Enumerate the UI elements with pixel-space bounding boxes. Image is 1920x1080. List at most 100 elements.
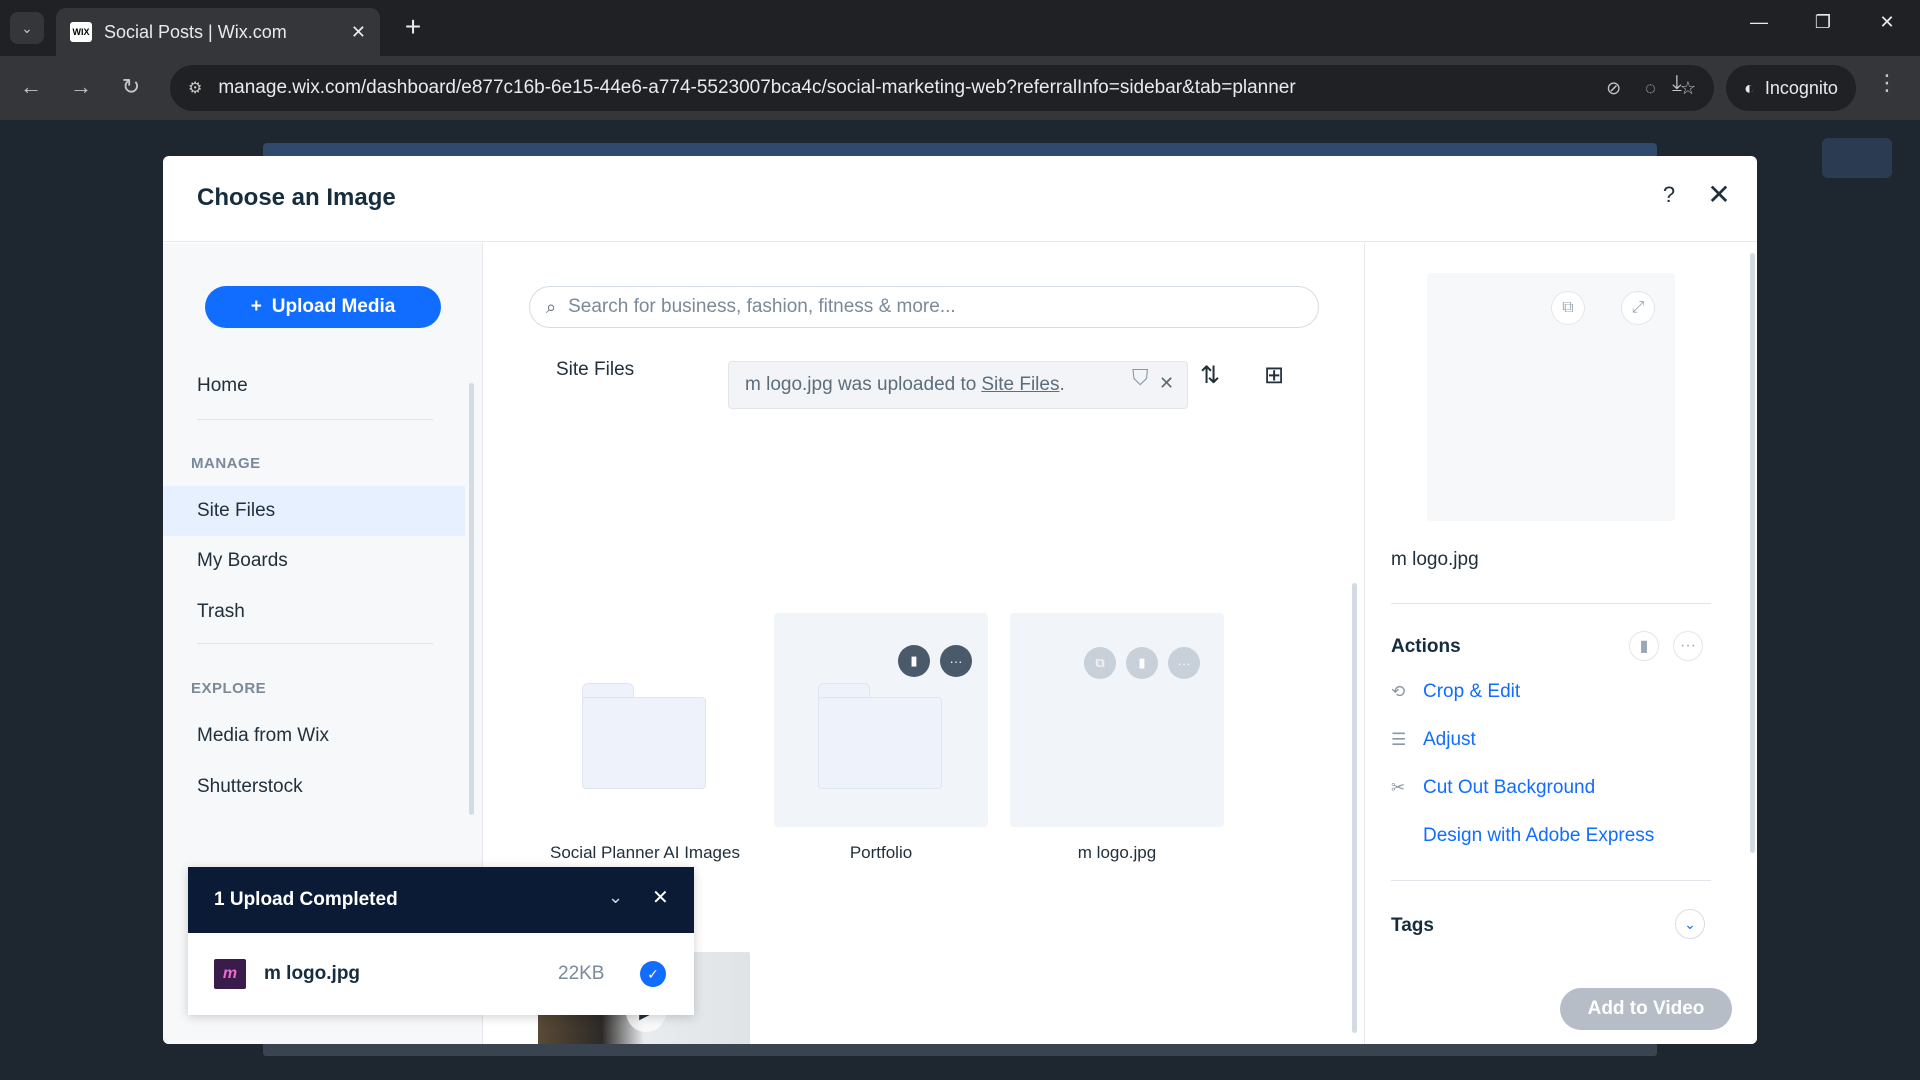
download-icon[interactable]: ⤓ bbox=[1672, 70, 1682, 96]
bookmark-icon[interactable]: ▮ bbox=[898, 645, 930, 677]
search-field[interactable]: ⌕ bbox=[529, 286, 1319, 328]
tab-search-icon[interactable]: ⌄ bbox=[10, 12, 44, 44]
filter-icon[interactable]: ⛉ bbox=[1132, 365, 1149, 391]
browser-tab[interactable]: WIX Social Posts | Wix.com ✕ bbox=[56, 8, 380, 56]
upload-file-name: m logo.jpg bbox=[264, 963, 361, 984]
scissors-icon: ✂ bbox=[1391, 778, 1406, 797]
sidebar-divider bbox=[197, 643, 433, 644]
upload-panel-header: 1 Upload Completed ⌄ ✕ bbox=[188, 867, 694, 933]
cut-out-background-action[interactable]: ✂ Cut Out Background bbox=[1391, 777, 1595, 799]
site-info-icon[interactable]: ⚙ bbox=[188, 78, 202, 98]
incognito-badge[interactable]: ◐ Incognito bbox=[1726, 65, 1856, 111]
folder-tile[interactable]: ▮ ··· Portfolio bbox=[774, 613, 988, 862]
dialog-header: Choose an Image ? ✕ bbox=[163, 156, 1757, 242]
more-options-icon[interactable]: ··· bbox=[1168, 647, 1200, 679]
selected-file-name: m logo.jpg bbox=[1391, 549, 1479, 570]
folder-label: Social Planner AI Images bbox=[550, 843, 740, 862]
tab-title: Social Posts | Wix.com bbox=[104, 21, 287, 42]
address-bar[interactable]: ⚙ manage.wix.com/dashboard/e877c16b-6e15… bbox=[170, 65, 1714, 111]
browser-menu-icon[interactable]: ⋮ bbox=[1876, 70, 1898, 96]
grid-scrollbar[interactable] bbox=[1352, 583, 1357, 1033]
background-button bbox=[1822, 138, 1892, 178]
background-footer bbox=[263, 1042, 1657, 1056]
sidebar-item-home[interactable]: Home bbox=[197, 375, 248, 397]
details-scrollbar[interactable] bbox=[1750, 253, 1755, 853]
more-options-icon[interactable]: ··· bbox=[940, 645, 972, 677]
details-divider bbox=[1391, 603, 1711, 604]
search-input[interactable] bbox=[568, 296, 1302, 318]
toast-site-files-link[interactable]: Site Files bbox=[981, 374, 1059, 396]
plus-icon: + bbox=[250, 296, 262, 317]
reload-icon[interactable]: ↻ bbox=[114, 70, 148, 104]
cut-out-background-label: Cut Out Background bbox=[1423, 777, 1596, 798]
toast-close-icon[interactable]: ✕ bbox=[1159, 373, 1174, 394]
adjust-action[interactable]: ☰ Adjust bbox=[1391, 729, 1476, 751]
sidebar-item-my-boards[interactable]: My Boards bbox=[197, 550, 288, 572]
bookmark-icon[interactable]: ▮ bbox=[1126, 647, 1158, 679]
dialog-title: Choose an Image bbox=[197, 184, 396, 211]
url-text: manage.wix.com/dashboard/e877c16b-6e15-4… bbox=[218, 77, 1296, 98]
check-icon: ✓ bbox=[640, 961, 666, 987]
forward-icon[interactable]: → bbox=[64, 70, 98, 104]
sort-icon[interactable]: ⇅ bbox=[1200, 361, 1220, 390]
sidebar-item-trash[interactable]: Trash bbox=[197, 601, 245, 623]
restore-icon[interactable]: ❐ bbox=[1808, 12, 1838, 33]
dialog-close-icon[interactable]: ✕ bbox=[1703, 178, 1735, 211]
bookmark-star-icon[interactable]: ☆ bbox=[1680, 78, 1696, 99]
upload-status-title: 1 Upload Completed bbox=[214, 889, 398, 910]
crop-edit-action[interactable]: ⟲ Crop & Edit bbox=[1391, 681, 1520, 703]
crop-edit-icon: ⟲ bbox=[1391, 682, 1406, 701]
file-thumbnail: m bbox=[214, 959, 246, 989]
adobe-express-label: Design with Adobe Express bbox=[1423, 825, 1655, 846]
chevron-down-icon[interactable]: ⌄ bbox=[1675, 909, 1705, 939]
chevron-down-icon[interactable]: ⌄ bbox=[608, 887, 623, 908]
toast-suffix: . bbox=[1059, 374, 1065, 395]
bookmark-icon[interactable]: ▮ bbox=[1629, 631, 1659, 661]
adobe-express-action[interactable]: Design with Adobe Express bbox=[1391, 825, 1654, 847]
image-tile[interactable]: ⧉ ▮ ··· m logo.jpg bbox=[1010, 613, 1224, 862]
folder-tile[interactable]: Social Planner AI Images bbox=[538, 613, 752, 862]
tab-close-icon[interactable]: ✕ bbox=[351, 22, 366, 43]
sidebar-item-shutterstock[interactable]: Shutterstock bbox=[197, 776, 303, 798]
details-panel: ⧉ ⤢ m logo.jpg Actions ▮ ··· ⟲ Crop & Ed… bbox=[1364, 243, 1757, 1044]
camera-off-icon[interactable]: ⊘ bbox=[1606, 78, 1621, 99]
upload-media-button[interactable]: + Upload Media bbox=[205, 286, 441, 328]
sidebar-item-site-files[interactable]: Site Files bbox=[163, 486, 465, 536]
sidebar-divider bbox=[197, 419, 433, 420]
details-divider bbox=[1391, 880, 1711, 881]
add-to-video-button[interactable]: Add to Video bbox=[1560, 988, 1732, 1030]
help-icon[interactable]: ? bbox=[1655, 182, 1683, 208]
adjust-label: Adjust bbox=[1423, 729, 1476, 750]
manage-section-header: MANAGE bbox=[191, 455, 261, 472]
new-tab-icon[interactable]: + bbox=[398, 12, 428, 42]
actions-heading: Actions bbox=[1391, 636, 1461, 657]
more-options-icon[interactable]: ··· bbox=[1673, 631, 1703, 661]
eye-off-icon[interactable]: ◌ bbox=[1645, 78, 1656, 99]
crop-edit-label: Crop & Edit bbox=[1423, 681, 1521, 702]
sliders-icon: ☰ bbox=[1391, 730, 1407, 749]
folder-thumbnail[interactable]: ▮ ··· bbox=[774, 613, 988, 827]
grid-view-icon[interactable]: ⊞ bbox=[1264, 361, 1284, 390]
sidebar-scrollbar[interactable] bbox=[469, 383, 474, 815]
image-preview: ⧉ ⤢ bbox=[1427, 273, 1675, 521]
breadcrumb: Site Files bbox=[556, 359, 635, 380]
explore-section-header: EXPLORE bbox=[191, 680, 267, 697]
wix-favicon-icon: WIX bbox=[70, 22, 92, 42]
sidebar-item-media-from-wix[interactable]: Media from Wix bbox=[197, 725, 329, 747]
image-thumbnail[interactable]: ⧉ ▮ ··· bbox=[1010, 613, 1224, 827]
upload-media-label: Upload Media bbox=[271, 296, 396, 317]
search-icon: ⌕ bbox=[546, 296, 557, 317]
upload-toast: m logo.jpg was uploaded to Site Files . … bbox=[728, 361, 1188, 409]
upload-item: m m logo.jpg 22KB ✓ bbox=[188, 933, 694, 1015]
folder-icon bbox=[818, 683, 942, 789]
crop-icon[interactable]: ⧉ bbox=[1084, 647, 1116, 679]
expand-icon[interactable]: ⤢ bbox=[1621, 291, 1655, 325]
back-icon[interactable]: ← bbox=[14, 70, 48, 104]
upload-panel-close-icon[interactable]: ✕ bbox=[652, 885, 669, 910]
browser-toolbar: ← → ↻ ⚙ manage.wix.com/dashboard/e877c16… bbox=[0, 56, 1920, 120]
upload-file-size: 22KB bbox=[558, 963, 605, 984]
window-close-icon[interactable]: ✕ bbox=[1872, 12, 1902, 33]
crop-icon[interactable]: ⧉ bbox=[1551, 291, 1585, 325]
folder-thumbnail[interactable] bbox=[538, 613, 752, 827]
minimize-icon[interactable]: — bbox=[1744, 12, 1774, 33]
